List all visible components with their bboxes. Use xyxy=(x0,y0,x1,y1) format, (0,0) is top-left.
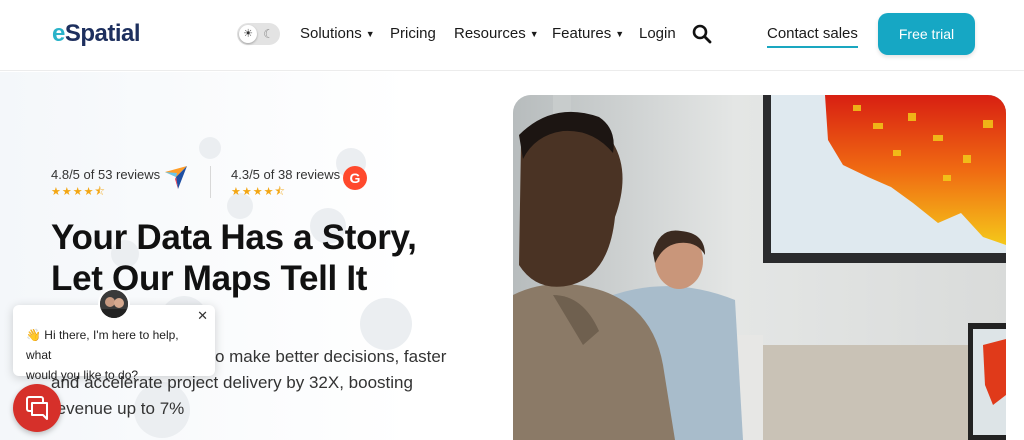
free-trial-button[interactable]: Free trial xyxy=(878,13,975,55)
decorative-dot xyxy=(360,298,412,350)
chevron-down-icon: ▼ xyxy=(615,29,625,39)
contact-sales-link[interactable]: Contact sales xyxy=(767,24,858,48)
chat-launcher-button[interactable] xyxy=(13,384,61,432)
review-divider xyxy=(210,166,211,198)
g2-review-text: 4.3/5 of 38 reviews xyxy=(231,167,341,182)
chevron-down-icon: ▼ xyxy=(529,29,539,39)
nav-resources[interactable]: Resources ▼ xyxy=(454,24,539,44)
nav-solutions[interactable]: Solutions ▼ xyxy=(300,24,375,44)
office-map-illustration xyxy=(513,95,1006,440)
hero-headline: Your Data Has a Story, Let Our Maps Tell… xyxy=(51,218,417,298)
nav-pricing[interactable]: Pricing xyxy=(390,24,436,44)
chat-icon xyxy=(26,396,48,420)
moon-icon: ☾ xyxy=(263,27,274,41)
g2-logo-icon: G xyxy=(343,166,367,190)
nav-login[interactable]: Login xyxy=(639,24,676,44)
chat-message-line: would you like to do? xyxy=(26,368,139,382)
site-header: eSpatial ☀ ☾ Solutions ▼ Pricing Resource… xyxy=(0,0,1024,71)
decorative-dot xyxy=(199,137,221,159)
espatial-logo[interactable]: eSpatial xyxy=(52,20,141,48)
close-icon[interactable]: ✕ xyxy=(197,308,208,324)
capterra-logo-icon xyxy=(165,166,187,189)
hero-photo xyxy=(513,95,1006,440)
capterra-rating-stars: ★★★★⯪ xyxy=(51,186,106,198)
theme-toggle[interactable]: ☀ ☾ xyxy=(237,23,280,45)
chat-message-line: 👋 Hi there, I'm here to help, what xyxy=(26,328,179,362)
g2-rating-stars: ★★★★⯪ xyxy=(231,186,286,198)
search-icon[interactable] xyxy=(692,24,712,44)
agent-avatar xyxy=(98,288,130,320)
capterra-review-text: 4.8/5 of 53 reviews xyxy=(51,167,161,182)
sun-icon: ☀ xyxy=(239,25,257,43)
chevron-down-icon: ▼ xyxy=(365,29,375,39)
nav-features[interactable]: Features ▼ xyxy=(552,24,624,44)
